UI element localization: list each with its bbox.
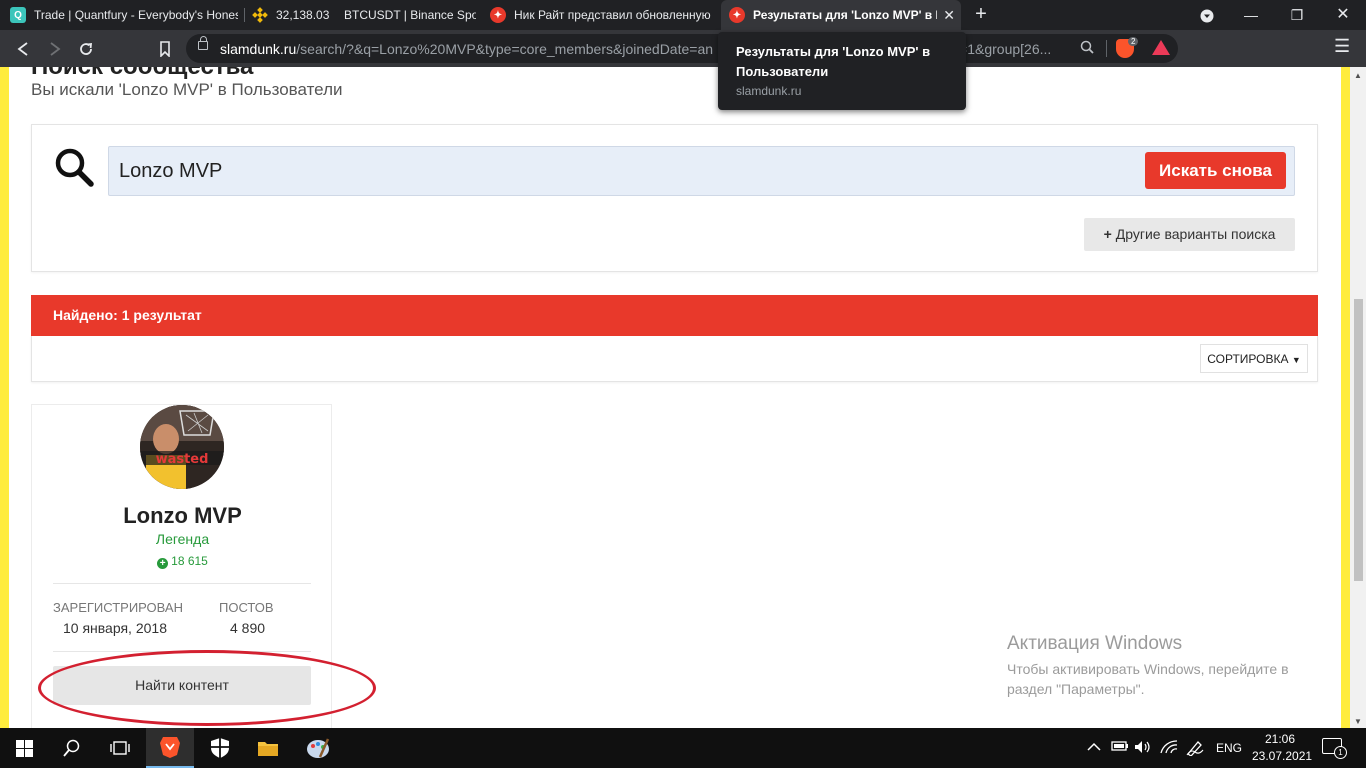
page-content: Поиск сообщества Вы искали 'Lonzo MVP' в… bbox=[0, 67, 1350, 728]
posts-label: ПОСТОВ bbox=[219, 600, 274, 615]
page-title: Поиск сообщества bbox=[31, 67, 253, 81]
volume-icon[interactable] bbox=[1134, 740, 1152, 757]
avatar[interactable]: wasted bbox=[140, 405, 224, 489]
plus-circle-icon: + bbox=[157, 558, 169, 569]
search-icon[interactable] bbox=[48, 728, 96, 768]
plus-icon: + bbox=[1103, 226, 1112, 242]
reputation-badge: +18 615 bbox=[32, 554, 333, 569]
clock[interactable]: 21:06 23.07.2021 bbox=[1252, 731, 1312, 765]
slamdunk-icon: ✦ bbox=[729, 7, 745, 23]
windows-taskbar: ENG 21:06 23.07.2021 1 bbox=[0, 728, 1366, 768]
scroll-down-icon[interactable]: ▼ bbox=[1354, 717, 1362, 726]
show-hidden-icons-icon[interactable] bbox=[1087, 740, 1101, 755]
search-input[interactable] bbox=[108, 146, 1295, 196]
avatar-caption: wasted bbox=[156, 452, 209, 467]
highlight-annotation bbox=[38, 650, 376, 726]
menu-icon[interactable]: ☰ bbox=[1334, 36, 1350, 57]
new-tab-icon[interactable]: + bbox=[970, 3, 992, 25]
brave-browser-icon[interactable] bbox=[146, 728, 194, 768]
member-name[interactable]: Lonzo MVP bbox=[32, 503, 333, 529]
lock-icon bbox=[198, 36, 208, 50]
page-subtitle: Вы искали 'Lonzo MVP' в Пользователи bbox=[31, 80, 343, 99]
search-panel: Искать снова +Другие варианты поиска bbox=[31, 124, 1318, 272]
close-window-icon[interactable]: ✕ bbox=[1320, 0, 1366, 30]
more-search-options-button[interactable]: + Другие варианты поиска bbox=[1084, 218, 1295, 251]
results-count-bar: Найдено: 1 результат bbox=[31, 295, 1318, 336]
scroll-thumb[interactable] bbox=[1354, 299, 1363, 581]
quantfury-icon: Q bbox=[10, 7, 26, 23]
tab-slamdunk-news[interactable]: ✦ Ник Райт представил обновленную bbox=[490, 0, 714, 30]
tab-binance-price[interactable]: 32,138.03 bbox=[252, 0, 332, 30]
caret-down-icon: ▼ bbox=[1291, 355, 1301, 365]
task-view-icon[interactable] bbox=[96, 728, 144, 768]
minimize-icon[interactable]: — bbox=[1228, 0, 1274, 30]
address-bar[interactable]: slamdunk.ru/search/?&q=Lonzo%20MVP&type=… bbox=[186, 34, 1178, 63]
left-accent-stripe bbox=[0, 67, 9, 728]
file-explorer-icon[interactable] bbox=[244, 728, 292, 768]
security-shield-icon[interactable] bbox=[196, 728, 244, 768]
tab-quantfury[interactable]: Q Trade | Quantfury - Everybody's Hones bbox=[10, 0, 238, 30]
tab-separator bbox=[244, 8, 245, 22]
back-icon[interactable] bbox=[10, 36, 36, 62]
joined-value: 10 января, 2018 bbox=[63, 620, 167, 636]
url-divider bbox=[1106, 40, 1107, 57]
browser-toolbar: slamdunk.ru/search/?&q=Lonzo%20MVP&type=… bbox=[0, 30, 1366, 67]
posts-value: 4 890 bbox=[230, 620, 266, 636]
brave-rewards-icon[interactable] bbox=[1152, 40, 1170, 55]
tab-tooltip: Результаты для 'Lonzo MVP' в Пользовател… bbox=[718, 32, 966, 110]
shields-count-badge: 2 bbox=[1128, 37, 1139, 46]
search-again-button[interactable]: Искать снова bbox=[1145, 152, 1286, 189]
sort-button[interactable]: СОРТИРОВКА ▼ bbox=[1200, 344, 1308, 373]
close-tab-icon[interactable]: ✕ bbox=[943, 7, 955, 24]
maximize-icon[interactable]: ❐ bbox=[1274, 0, 1320, 30]
reload-icon[interactable] bbox=[73, 36, 99, 62]
windows-start-icon[interactable] bbox=[0, 728, 48, 768]
paint-app-icon[interactable] bbox=[294, 728, 342, 768]
tab-search-results[interactable]: ✦ Результаты для 'Lonzo MVP' в По ✕ bbox=[721, 0, 961, 30]
tab-search-dropdown-icon[interactable] bbox=[1184, 0, 1230, 30]
divider bbox=[53, 583, 311, 584]
sort-row: СОРТИРОВКА ▼ bbox=[31, 336, 1318, 382]
battery-icon[interactable] bbox=[1111, 740, 1129, 755]
search-icon bbox=[55, 148, 94, 187]
bookmark-icon[interactable] bbox=[152, 36, 178, 62]
binance-icon bbox=[252, 7, 268, 23]
forward-icon bbox=[42, 36, 68, 62]
joined-label: ЗАРЕГИСТРИРОВАН bbox=[53, 600, 183, 615]
page-scrollbar[interactable]: ▲ ▼ bbox=[1350, 67, 1366, 728]
wifi-icon[interactable] bbox=[1160, 740, 1178, 757]
windows-activation-watermark: Активация Windows Чтобы активировать Win… bbox=[1007, 633, 1289, 697]
slamdunk-icon: ✦ bbox=[490, 7, 506, 23]
scroll-up-icon[interactable]: ▲ bbox=[1354, 71, 1362, 80]
tab-bar: Q Trade | Quantfury - Everybody's Hones … bbox=[0, 0, 1366, 30]
notification-count-badge: 1 bbox=[1334, 746, 1347, 759]
pen-workspace-icon[interactable] bbox=[1186, 740, 1204, 759]
member-group: Легенда bbox=[155, 531, 210, 547]
tab-binance-spot[interactable]: BTCUSDT | Binance Spot bbox=[344, 0, 476, 30]
zoom-icon[interactable] bbox=[1080, 40, 1094, 57]
right-accent-stripe bbox=[1341, 67, 1350, 728]
language-indicator[interactable]: ENG bbox=[1216, 741, 1242, 755]
